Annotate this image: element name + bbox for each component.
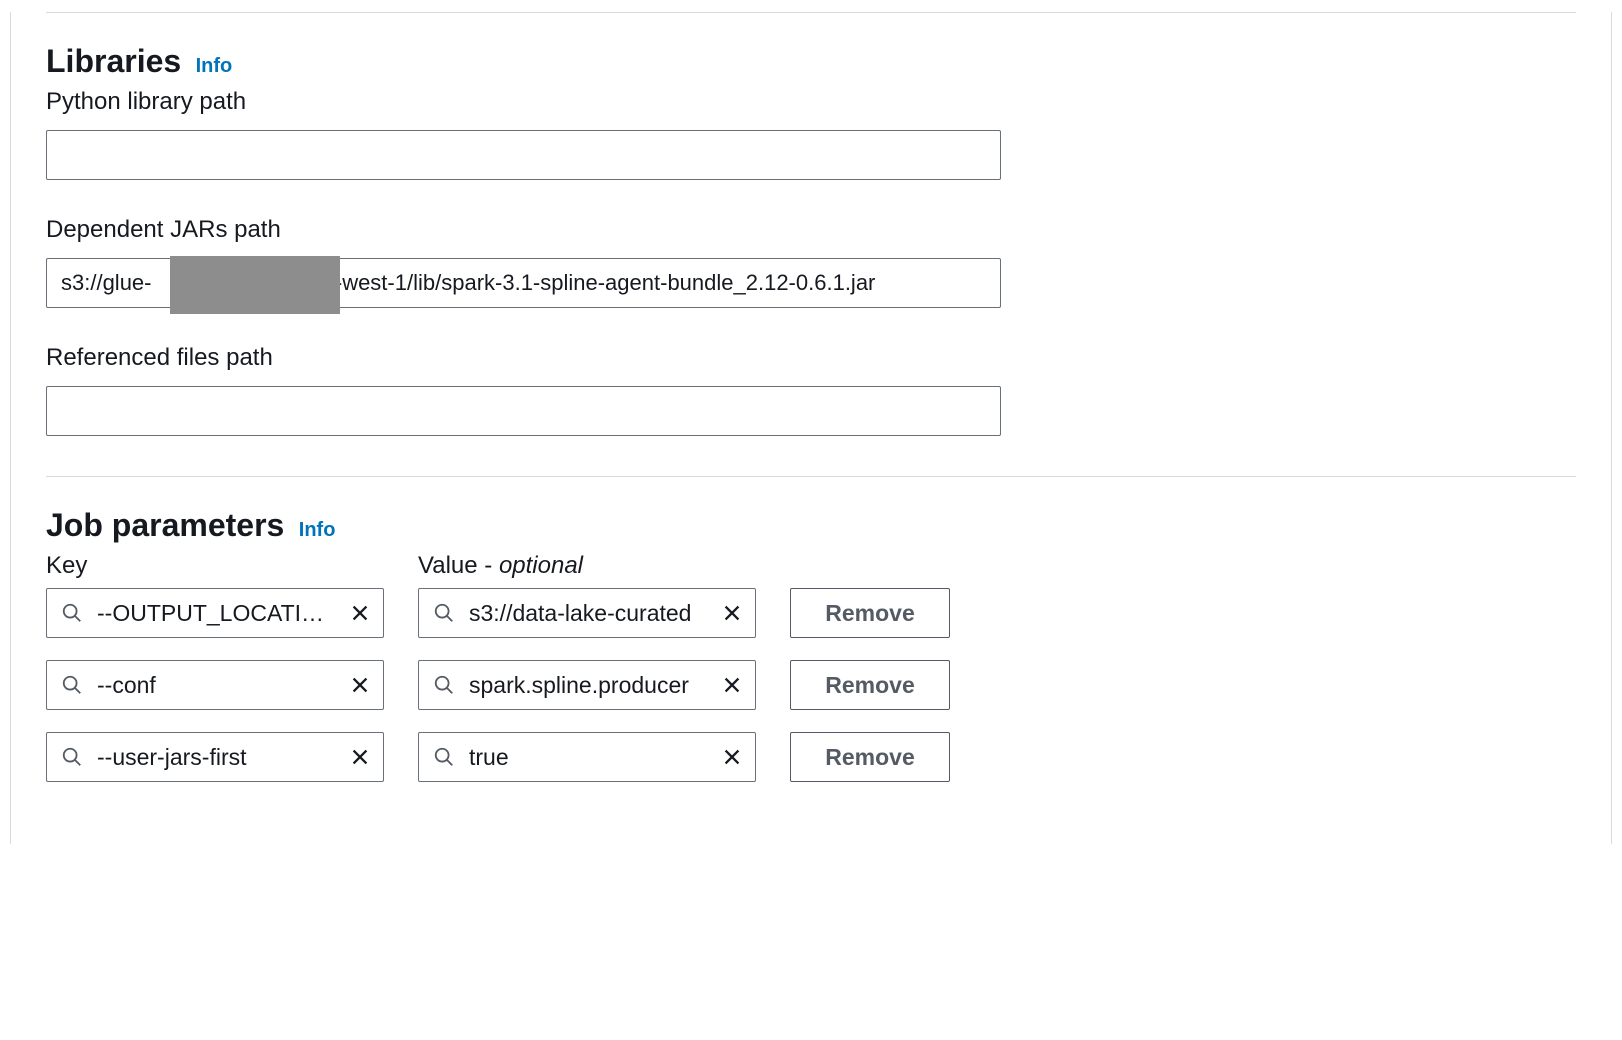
clear-icon[interactable] [721,674,743,696]
value-header-prefix: Value - [418,552,499,579]
job-parameters-info-link[interactable]: Info [299,519,336,541]
referenced-files-path-group: Referenced files path [46,344,1576,436]
python-library-path-label: Python library path [46,88,1576,116]
param-value-input[interactable] [419,661,755,709]
job-parameters-section: Job parameters Info Key Value - optional [46,477,1576,844]
param-row: Remove [46,660,1576,710]
value-header-optional: optional [499,552,583,579]
param-key-input-wrapper[interactable] [46,732,384,782]
clear-icon[interactable] [349,746,371,768]
clear-icon[interactable] [721,602,743,624]
param-key-input[interactable] [47,661,383,709]
python-library-path-group: Python library path [46,88,1576,180]
dependent-jars-path-label: Dependent JARs path [46,216,1576,244]
job-parameters-title: Job parameters [46,507,284,544]
param-header: Key Value - optional [46,552,1576,580]
param-key-input[interactable] [47,733,383,781]
search-icon [433,746,455,768]
param-value-input[interactable] [419,589,755,637]
param-row: Remove [46,732,1576,782]
param-value-input-wrapper[interactable] [418,732,756,782]
param-value-input[interactable] [419,733,755,781]
clear-icon[interactable] [349,674,371,696]
referenced-files-path-label: Referenced files path [46,344,1576,372]
page-container: Libraries Info Python library path Depen… [10,12,1612,844]
clear-icon[interactable] [721,746,743,768]
referenced-files-path-input[interactable] [46,386,1001,436]
search-icon [61,746,83,768]
clear-icon[interactable] [349,602,371,624]
search-icon [433,674,455,696]
search-icon [61,674,83,696]
libraries-section: Libraries Info Python library path Depen… [46,13,1576,476]
param-header-key: Key [46,552,418,580]
remove-button[interactable]: Remove [790,660,950,710]
param-key-input-wrapper[interactable] [46,588,384,638]
dependent-jars-path-input[interactable] [46,258,1001,308]
param-key-input-wrapper[interactable] [46,660,384,710]
param-value-input-wrapper[interactable] [418,588,756,638]
python-library-path-input[interactable] [46,130,1001,180]
libraries-info-link[interactable]: Info [196,55,233,77]
param-row: Remove [46,588,1576,638]
param-key-input[interactable] [47,589,383,637]
search-icon [433,602,455,624]
param-header-value: Value - optional [418,552,583,580]
dependent-jars-path-group: Dependent JARs path [46,216,1576,308]
param-value-input-wrapper[interactable] [418,660,756,710]
libraries-title: Libraries [46,43,181,80]
remove-button[interactable]: Remove [790,588,950,638]
search-icon [61,602,83,624]
remove-button[interactable]: Remove [790,732,950,782]
